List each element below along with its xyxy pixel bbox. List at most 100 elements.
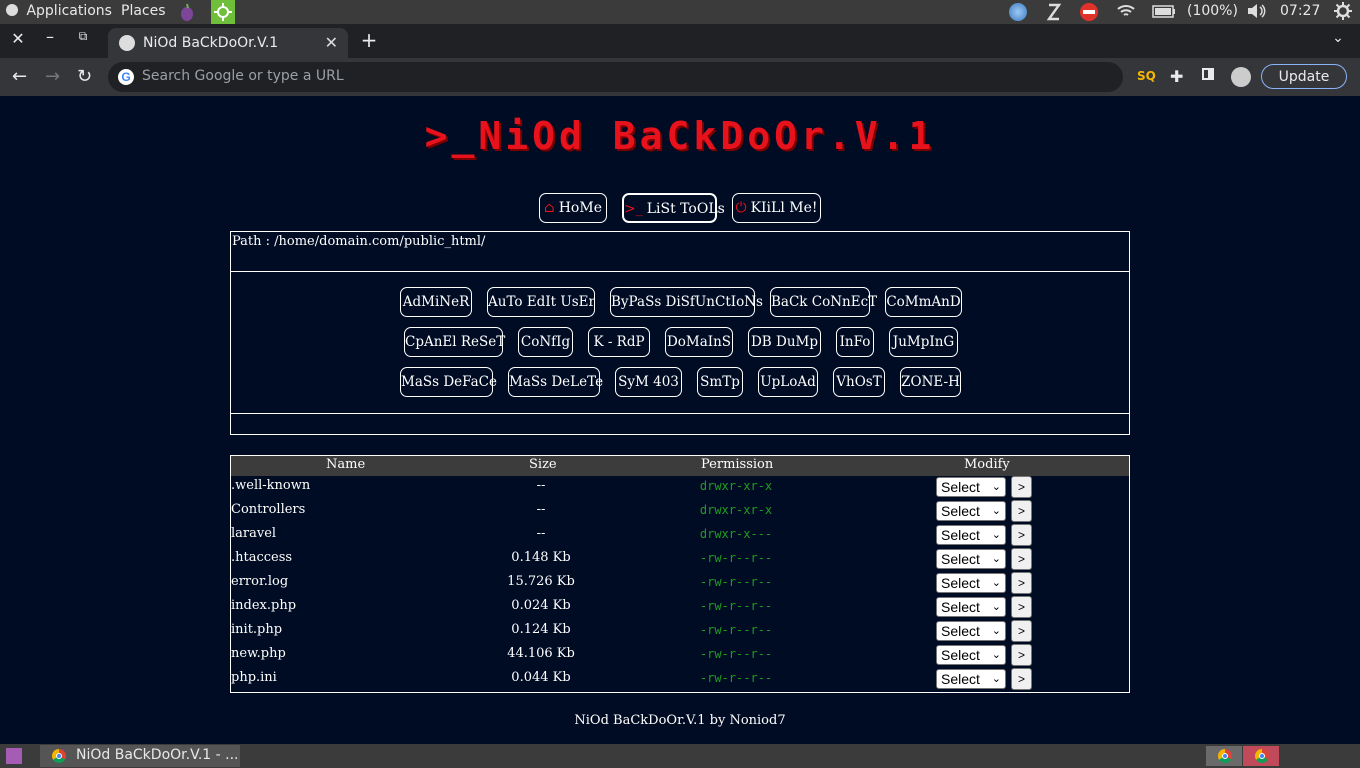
file-size: 0.044 Kb (511, 670, 571, 685)
file-permission[interactable]: -rw-r--r-- (666, 599, 806, 613)
file-name[interactable]: index.php (231, 598, 296, 613)
reload-icon[interactable]: ↻ (77, 66, 92, 87)
minimize-window-icon[interactable]: – (40, 27, 60, 46)
go-button[interactable]: > (1011, 596, 1032, 618)
tab-close-icon[interactable]: ✕ (325, 33, 338, 52)
taskbar: NiOd BaCkDoOr.V.1 - ... (0, 744, 1360, 768)
action-select[interactable]: Select ⌄ (936, 597, 1006, 617)
tool-config-button[interactable]: CoNfIg (518, 327, 573, 357)
no-entry-icon[interactable] (1080, 3, 1098, 25)
tool-vhost-button[interactable]: VhOsT (833, 367, 885, 397)
chevron-down-icon: ⌄ (991, 625, 1001, 637)
action-select[interactable]: Select ⌄ (936, 669, 1006, 689)
tool-jumping-button[interactable]: JuMpInG (889, 327, 958, 357)
file-name[interactable]: laravel (231, 526, 276, 541)
tool-bypass-disfunctions-button[interactable]: ByPaSs DiSfUnCtIoNs (610, 287, 763, 317)
tool-back-connect-button[interactable]: BaCk CoNnEcT (770, 287, 877, 317)
go-button[interactable]: > (1011, 500, 1032, 522)
tool-db-dump-button[interactable]: DB DuMp (748, 327, 821, 357)
tool-mass-delete-button[interactable]: MaSs DeLeTe (508, 367, 603, 397)
globe-icon[interactable] (1009, 3, 1027, 25)
file-permission[interactable]: -rw-r--r-- (666, 575, 806, 589)
file-permission[interactable]: -rw-r--r-- (666, 647, 806, 661)
go-button[interactable]: > (1011, 476, 1032, 498)
gear-icon[interactable] (1334, 2, 1352, 20)
browser-tab[interactable]: NiOd BaCkDoOr.V.1 ✕ (108, 28, 348, 58)
file-permission[interactable]: -rw-r--r-- (666, 623, 806, 637)
tool-domains-button[interactable]: DoMaInS (665, 327, 733, 357)
file-name[interactable]: Controllers (231, 502, 305, 517)
chevron-down-icon: ⌄ (991, 601, 1001, 613)
close-window-icon[interactable]: ✕ (8, 29, 28, 48)
workspace-2[interactable] (1243, 746, 1279, 766)
kill-me-button[interactable]: ⏻ KIiLl Me! (732, 193, 821, 223)
tool-cpanel-reset-button[interactable]: CpAnEl ReSeT (404, 327, 505, 357)
extensions-puzzle-icon[interactable]: ✚ (1170, 67, 1183, 86)
sync-icon[interactable] (1046, 2, 1062, 22)
tool-k-rdp-button[interactable]: K - RdP (588, 327, 650, 357)
chevron-down-icon: ⌄ (991, 649, 1001, 661)
go-button[interactable]: > (1011, 620, 1032, 642)
tool-info-button[interactable]: InFo (836, 327, 874, 357)
show-desktop-icon[interactable] (6, 748, 22, 764)
tool-command-button[interactable]: CoMmAnD (885, 287, 962, 317)
action-select[interactable]: Select ⌄ (936, 477, 1006, 497)
tor-icon[interactable] (179, 2, 195, 22)
action-select[interactable]: Select ⌄ (936, 573, 1006, 593)
file-name[interactable]: init.php (231, 622, 282, 637)
volume-icon[interactable] (1246, 3, 1266, 19)
file-permission[interactable]: -rw-r--r-- (666, 671, 806, 685)
file-permission[interactable]: -rw-r--r-- (666, 551, 806, 565)
go-button[interactable]: > (1011, 572, 1032, 594)
new-tab-icon[interactable]: + (359, 28, 379, 52)
go-button[interactable]: > (1011, 548, 1032, 570)
places-menu[interactable]: Places (121, 3, 166, 19)
applications-menu[interactable]: Applications (6, 3, 112, 19)
restore-window-icon[interactable]: ⧉ (73, 29, 93, 44)
file-permission[interactable]: drwxr-xr-x (666, 479, 806, 493)
tool-mass-deface-button[interactable]: MaSs DeFaCe (400, 367, 497, 397)
tool-upload-button[interactable]: UpLoAd (758, 367, 818, 397)
wifi-icon[interactable] (1116, 3, 1136, 19)
file-name[interactable]: new.php (231, 646, 286, 661)
workspace-1[interactable] (1206, 746, 1242, 766)
profile-avatar-icon[interactable] (1231, 67, 1251, 91)
clock[interactable]: 07:27 (1280, 3, 1320, 19)
action-select[interactable]: Select ⌄ (936, 549, 1006, 569)
action-select[interactable]: Select ⌄ (936, 621, 1006, 641)
table-row: init.php 0.124 Kb -rw-r--r-- Select ⌄ > (231, 620, 1129, 644)
address-bar[interactable]: G Search Google or type a URL (108, 62, 1123, 92)
file-permission[interactable]: drwxr-x--- (666, 527, 806, 541)
tab-search-chevron-icon[interactable]: ⌄ (1328, 30, 1348, 46)
tool-zone-h-button[interactable]: ZONE-H (900, 367, 961, 397)
home-button[interactable]: ⌂ HoMe (539, 193, 607, 223)
battery-icon[interactable] (1152, 5, 1176, 18)
file-name[interactable]: error.log (231, 574, 288, 589)
tool-auto-edit-user-button[interactable]: AuTo EdIt UsEr (487, 287, 595, 317)
tool-sym-403-button[interactable]: SyM 403 (615, 367, 682, 397)
go-button[interactable]: > (1011, 524, 1032, 546)
file-name[interactable]: php.ini (231, 670, 277, 685)
go-button[interactable]: > (1011, 644, 1032, 666)
list-tools-button[interactable]: >_ LiSt ToOLs (622, 193, 725, 223)
app-launcher-icon[interactable] (211, 0, 235, 24)
tool-smtp-button[interactable]: SmTp (697, 367, 743, 397)
tool-adminer-button[interactable]: AdMiNeR (400, 287, 472, 317)
file-permission[interactable]: drwxr-xr-x (666, 503, 806, 517)
file-name[interactable]: .well-known (231, 478, 310, 493)
action-select[interactable]: Select ⌄ (936, 501, 1006, 521)
table-header: Name Size Permission Modify (231, 456, 1129, 476)
file-size: 0.124 Kb (511, 622, 571, 637)
taskbar-window-button[interactable]: NiOd BaCkDoOr.V.1 - ... (40, 745, 240, 767)
action-select[interactable]: Select ⌄ (936, 645, 1006, 665)
back-arrow-icon[interactable]: ← (12, 66, 27, 87)
header-size: Size (529, 457, 557, 472)
system-top-bar: Applications Places (100%) 07:27 (0, 0, 1360, 24)
side-panel-icon[interactable] (1202, 68, 1214, 84)
file-name[interactable]: .htaccess (231, 550, 292, 565)
go-button[interactable]: > (1011, 668, 1032, 690)
update-button[interactable]: Update (1261, 64, 1347, 89)
action-select[interactable]: Select ⌄ (936, 525, 1006, 545)
forward-arrow-icon[interactable]: → (45, 66, 60, 87)
sq-extension-icon[interactable]: SQ (1137, 69, 1156, 83)
